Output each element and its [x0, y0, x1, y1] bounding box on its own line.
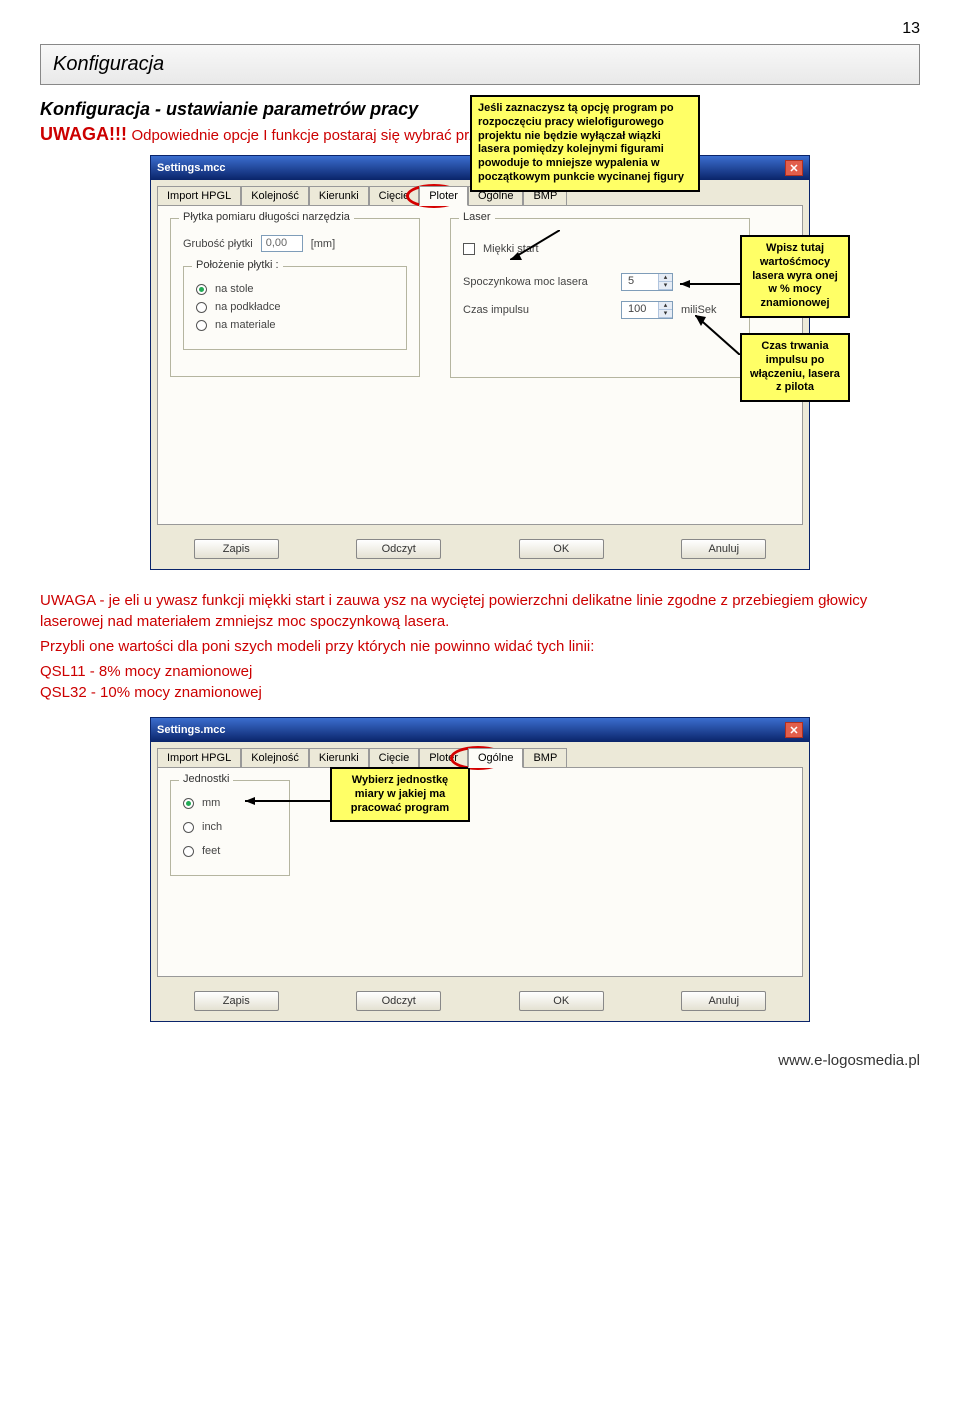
tab-ogolne[interactable]: Ogólne — [468, 748, 523, 768]
tab-body: Płytka pomiaru długości narzędzia Gruboś… — [157, 205, 803, 525]
tab-kierunki[interactable]: Kierunki — [309, 748, 369, 767]
ok-button[interactable]: OK — [519, 991, 604, 1011]
tab-ciecie[interactable]: Cięcie — [369, 748, 420, 767]
tab-ciecie[interactable]: Cięcie — [369, 186, 420, 205]
group-polozenie-legend: Położenie płytki : — [192, 259, 283, 271]
warning-label: UWAGA!!! — [40, 124, 127, 144]
group-plytka-legend: Płytka pomiaru długości narzędzia — [179, 211, 354, 223]
chevron-up-icon[interactable]: ▴ — [659, 274, 672, 282]
button-row: Zapis Odczyt OK Anuluj — [151, 531, 809, 569]
group-jednostki-legend: Jednostki — [179, 773, 233, 785]
radio-na-materiale[interactable] — [196, 320, 207, 331]
titlebar: Settings.mcc ✕ — [151, 718, 809, 742]
spin-czas[interactable]: 100 ▴▾ — [621, 301, 673, 319]
tab-ploter[interactable]: Ploter — [419, 748, 468, 767]
label-miekki-start: Miękki start — [483, 243, 539, 255]
tab-kierunki[interactable]: Kierunki — [309, 186, 369, 205]
window-title: Settings.mcc — [157, 724, 225, 736]
group-jednostki: Jednostki mm inch feet — [170, 780, 290, 876]
radio-inch[interactable] — [183, 822, 194, 833]
group-plytka: Płytka pomiaru długości narzędzia Gruboś… — [170, 218, 420, 377]
chevron-down-icon[interactable]: ▾ — [659, 282, 672, 290]
tab-import-hpgl[interactable]: Import HPGL — [157, 748, 241, 767]
czas-unit: miliSek — [681, 304, 716, 316]
grubosc-unit: [mm] — [311, 238, 335, 250]
callout-jednostki: Wybierz jednostkę miary w jakiej ma prac… — [330, 767, 470, 822]
uwaga-line-2: QSL32 - 10% mocy znamionowej — [40, 682, 920, 703]
label-inch: inch — [202, 821, 222, 833]
callout-czas: Czas trwania impulsu po włączeniu, laser… — [740, 333, 850, 402]
grubosc-label: Grubość płytki — [183, 238, 253, 250]
uwaga-line-1: QSL11 - 8% mocy znamionowej — [40, 661, 920, 682]
radio-na-stole[interactable] — [196, 284, 207, 295]
settings-window-1: Settings.mcc ✕ Import HPGL Kolejność Kie… — [150, 155, 810, 570]
section-header: Konfiguracja — [40, 44, 920, 85]
page-number: 13 — [40, 20, 920, 38]
tab-import-hpgl[interactable]: Import HPGL — [157, 186, 241, 205]
group-polozenie: Położenie płytki : na stole na podkładce… — [183, 266, 407, 350]
tab-kolejnosc[interactable]: Kolejność — [241, 748, 309, 767]
tab-body: Jednostki mm inch feet — [157, 767, 803, 977]
window-title: Settings.mcc — [157, 162, 225, 174]
tab-kolejnosc[interactable]: Kolejność — [241, 186, 309, 205]
spin-czas-value: 100 — [622, 302, 658, 318]
label-mm: mm — [202, 797, 220, 809]
group-laser: Laser Miękki start Spoczynkowa moc laser… — [450, 218, 750, 378]
checkbox-miekki-start[interactable] — [463, 243, 475, 255]
label-na-podkladce: na podkładce — [215, 301, 280, 313]
uwaga-text-1: UWAGA - je eli u ywasz funkcji miękki st… — [40, 590, 920, 632]
anuluj-button[interactable]: Anuluj — [681, 539, 766, 559]
label-czas: Czas impulsu — [463, 304, 613, 316]
close-icon[interactable]: ✕ — [785, 160, 803, 176]
label-na-materiale: na materiale — [215, 319, 276, 331]
odczyt-button[interactable]: Odczyt — [356, 991, 441, 1011]
radio-mm[interactable] — [183, 798, 194, 809]
tab-bmp[interactable]: BMP — [523, 748, 567, 767]
tab-row: Import HPGL Kolejność Kierunki Cięcie Pl… — [151, 742, 809, 767]
radio-feet[interactable] — [183, 846, 194, 857]
chevron-down-icon[interactable]: ▾ — [659, 310, 672, 318]
zapis-button[interactable]: Zapis — [194, 539, 279, 559]
group-laser-legend: Laser — [459, 211, 495, 223]
odczyt-button[interactable]: Odczyt — [356, 539, 441, 559]
settings-window-2: Settings.mcc ✕ Import HPGL Kolejność Kie… — [150, 717, 810, 1022]
anuluj-button[interactable]: Anuluj — [681, 991, 766, 1011]
spin-spoczynkowa[interactable]: 5 ▴▾ — [621, 273, 673, 291]
spin-spoczynkowa-value: 5 — [622, 274, 658, 290]
label-feet: feet — [202, 845, 220, 857]
tab-ploter[interactable]: Ploter — [419, 186, 468, 206]
label-na-stole: na stole — [215, 283, 254, 295]
uwaga-text-2: Przybli one wartości dla poni szych mode… — [40, 636, 920, 657]
label-spoczynkowa: Spoczynkowa moc lasera — [463, 276, 613, 288]
button-row: Zapis Odczyt OK Anuluj — [151, 983, 809, 1021]
callout-moc: Wpisz tutaj wartośćmocy lasera wyra onej… — [740, 235, 850, 318]
ok-button[interactable]: OK — [519, 539, 604, 559]
zapis-button[interactable]: Zapis — [194, 991, 279, 1011]
callout-miekki-start: Jeśli zaznaczysz tą opcję program po roz… — [470, 95, 700, 192]
radio-na-podkladce[interactable] — [196, 302, 207, 313]
grubosc-field[interactable]: 0,00 — [261, 235, 303, 252]
close-icon[interactable]: ✕ — [785, 722, 803, 738]
chevron-up-icon[interactable]: ▴ — [659, 302, 672, 310]
footer-url: www.e-logosmedia.pl — [40, 1052, 920, 1069]
